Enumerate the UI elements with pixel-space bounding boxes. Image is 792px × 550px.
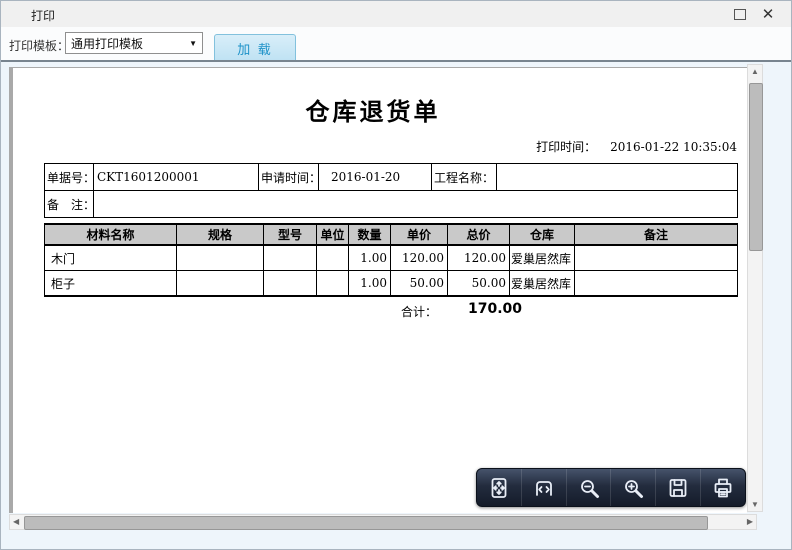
- info-row-2: 备 注：: [45, 191, 738, 218]
- cell-spec: [177, 271, 264, 297]
- items-table: 材料名称 规格 型号 单位 数量 单价 总价 仓库 备注 木门 1.00 12: [44, 223, 738, 297]
- cell-material: 柜子: [45, 271, 177, 297]
- cell-unit: [317, 271, 349, 297]
- remark-label: 备 注：: [45, 191, 94, 218]
- info-row-1: 单据号： CKT1601200001 申请时间： 2016-01-20 工程名称…: [45, 164, 738, 191]
- col-header: 型号: [264, 224, 317, 245]
- template-select[interactable]: 通用打印模板 ▼: [65, 32, 203, 54]
- template-toolbar: 打印模板： 通用打印模板 ▼ 加 载: [1, 27, 791, 60]
- item-row: 柜子 1.00 50.00 50.00 爱巢居然库: [45, 271, 738, 297]
- remark-value: [94, 191, 738, 218]
- title-bar: 打印 ✕: [1, 1, 791, 28]
- horizontal-scroll-thumb[interactable]: [24, 516, 708, 530]
- preview-nav-toolbar: [476, 468, 746, 507]
- scroll-up-icon[interactable]: ▲: [748, 67, 762, 76]
- zoom-in-icon: [621, 476, 645, 500]
- col-header: 单价: [391, 224, 448, 245]
- document-page: 仓库退货单 打印时间： 2016-01-22 10:35:04 单据号： CKT1…: [9, 67, 747, 513]
- bill-no-label: 单据号：: [45, 164, 94, 191]
- item-row: 木门 1.00 120.00 120.00 爱巢居然库: [45, 245, 738, 271]
- apply-time-value: 2016-01-20: [319, 164, 432, 191]
- print-icon: [711, 476, 735, 500]
- fit-width-button[interactable]: [521, 469, 566, 506]
- vertical-scrollbar[interactable]: ▲ ▼: [747, 64, 763, 512]
- vertical-scroll-thumb[interactable]: [749, 83, 763, 251]
- scroll-left-icon[interactable]: ◀: [13, 517, 19, 526]
- cell-total-price: 120.00: [448, 245, 510, 271]
- load-button[interactable]: 加 载: [214, 34, 296, 61]
- maximize-button[interactable]: [731, 6, 749, 22]
- chevron-down-icon: ▼: [189, 39, 197, 48]
- col-header: 材料名称: [45, 224, 177, 245]
- cell-unit-price: 120.00: [391, 245, 448, 271]
- cell-warehouse: 爱巢居然库: [510, 245, 575, 271]
- cell-qty: 1.00: [349, 245, 391, 271]
- apply-time-label: 申请时间：: [259, 164, 319, 191]
- save-icon: [666, 476, 690, 500]
- template-select-value: 通用打印模板: [71, 35, 143, 52]
- col-header: 规格: [177, 224, 264, 245]
- cell-material: 木门: [45, 245, 177, 271]
- cell-remark: [575, 271, 738, 297]
- cell-unit-price: 50.00: [391, 271, 448, 297]
- preview-area: 仓库退货单 打印时间： 2016-01-22 10:35:04 单据号： CKT1…: [1, 60, 791, 549]
- col-header: 数量: [349, 224, 391, 245]
- print-time-value: 2016-01-22 10:35:04: [610, 140, 737, 154]
- info-table: 单据号： CKT1601200001 申请时间： 2016-01-20 工程名称…: [44, 163, 738, 218]
- bill-no-value: CKT1601200001: [94, 164, 259, 191]
- maximize-icon: [734, 9, 746, 20]
- horizontal-scrollbar[interactable]: ◀ ▶: [9, 514, 757, 530]
- dialog-title: 打印: [31, 7, 55, 24]
- zoom-out-button[interactable]: [566, 469, 611, 506]
- cell-model: [264, 245, 317, 271]
- template-label: 打印模板：: [9, 37, 69, 54]
- fit-page-button[interactable]: [477, 469, 521, 506]
- cell-unit: [317, 245, 349, 271]
- scroll-right-icon[interactable]: ▶: [747, 517, 753, 526]
- print-dialog: 打印 ✕ 打印模板： 通用打印模板 ▼ 加 载 仓库退货单 打印时间： 2016-…: [0, 0, 792, 550]
- fit-width-icon: [532, 476, 556, 500]
- items-header-row: 材料名称 规格 型号 单位 数量 单价 总价 仓库 备注: [45, 224, 738, 245]
- total-label: 合计：: [401, 303, 437, 320]
- zoom-in-button[interactable]: [610, 469, 655, 506]
- cell-spec: [177, 245, 264, 271]
- cell-qty: 1.00: [349, 271, 391, 297]
- print-button[interactable]: [700, 469, 745, 506]
- print-time: 打印时间： 2016-01-22 10:35:04: [536, 138, 737, 155]
- document-title: 仓库退货单: [13, 92, 733, 127]
- close-button[interactable]: ✕: [759, 6, 777, 22]
- zoom-out-icon: [577, 476, 601, 500]
- scroll-down-icon[interactable]: ▼: [748, 500, 762, 509]
- col-header: 总价: [448, 224, 510, 245]
- cell-model: [264, 271, 317, 297]
- fit-page-icon: [487, 476, 511, 500]
- print-time-label: 打印时间：: [536, 140, 596, 154]
- cell-remark: [575, 245, 738, 271]
- save-button[interactable]: [655, 469, 700, 506]
- cell-total-price: 50.00: [448, 271, 510, 297]
- total-value: 170.00: [468, 301, 522, 317]
- cell-warehouse: 爱巢居然库: [510, 271, 575, 297]
- col-header: 备注: [575, 224, 738, 245]
- project-name-value: [497, 164, 738, 191]
- col-header: 单位: [317, 224, 349, 245]
- project-name-label: 工程名称：: [432, 164, 497, 191]
- col-header: 仓库: [510, 224, 575, 245]
